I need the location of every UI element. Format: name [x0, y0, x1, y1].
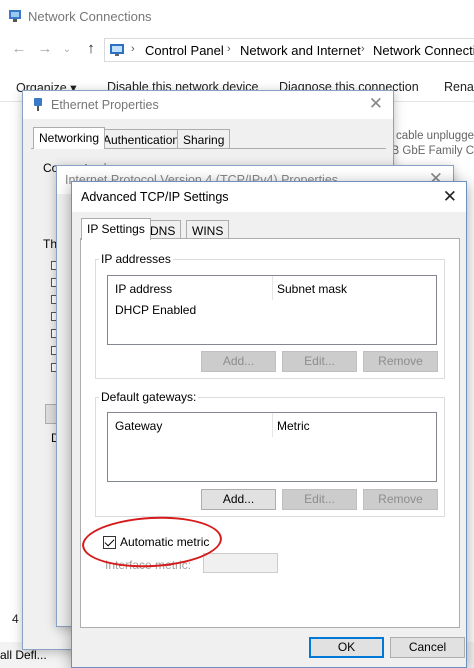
gateway-edit-button[interactable]: Edit... — [282, 489, 357, 510]
advanced-titlebar: Advanced TCP/IP Settings ✕ — [72, 182, 466, 212]
list-item[interactable]: DHCP Enabled — [115, 303, 196, 317]
taskbar-text: all Defl... — [0, 648, 47, 662]
default-gateways-label: Default gateways: — [99, 390, 199, 404]
breadcrumb-network-connections[interactable]: Network Connecti — [373, 43, 474, 58]
tab-networking[interactable]: Networking — [33, 127, 106, 149]
gateway-list[interactable]: Gateway Metric — [107, 412, 437, 482]
navigation-bar: ← → ⌄ ↑ › Control Panel › Network and In… — [0, 34, 474, 66]
breadcrumb-network-and-internet[interactable]: Network and Internet — [240, 43, 361, 58]
window-title: Network Connections — [28, 9, 152, 24]
cancel-button[interactable]: Cancel — [390, 637, 465, 658]
ip-addresses-label: IP addresses — [99, 252, 173, 266]
column-header-gateway[interactable]: Gateway — [115, 419, 162, 433]
ip-add-button[interactable]: Add... — [201, 351, 276, 372]
column-header-ip-address[interactable]: IP address — [115, 282, 172, 296]
breadcrumb-control-panel[interactable]: Control Panel — [145, 43, 224, 58]
back-arrow-icon[interactable]: ← — [10, 40, 28, 57]
tab-ip-settings[interactable]: IP Settings — [81, 218, 151, 240]
up-arrow-icon[interactable]: ↑ — [82, 40, 100, 57]
advanced-tcpip-dialog: Advanced TCP/IP Settings ✕ IP Settings D… — [71, 181, 467, 668]
items-label: Th — [43, 237, 58, 251]
ip-address-list[interactable]: IP address Subnet mask DHCP Enabled — [107, 275, 437, 345]
close-icon[interactable]: ✕ — [369, 94, 383, 114]
column-header-metric[interactable]: Metric — [277, 419, 310, 433]
breadcrumb-separator-icon: › — [361, 43, 365, 55]
gateway-add-button[interactable]: Add... — [201, 489, 276, 510]
ip-edit-button[interactable]: Edit... — [282, 351, 357, 372]
ethernet-title: Ethernet Properties — [51, 98, 159, 112]
interface-metric-label: Interface metric: — [105, 558, 192, 572]
explorer-titlebar: Network Connections — [0, 0, 474, 34]
adapter-name-text: SB GbE Family C — [383, 145, 474, 157]
rename-command[interactable]: Renar — [444, 80, 474, 94]
interface-metric-input[interactable] — [203, 553, 278, 573]
chevron-down-icon[interactable]: ⌄ — [58, 44, 76, 55]
automatic-metric-checkbox[interactable] — [103, 536, 116, 549]
ip-settings-page: IP addresses IP address Subnet mask DHCP… — [80, 238, 460, 628]
tab-authentication[interactable]: Authentication — [97, 129, 186, 149]
automatic-metric-label: Automatic metric — [120, 535, 210, 549]
network-connections-icon — [9, 10, 21, 22]
ip-remove-button[interactable]: Remove — [363, 351, 438, 372]
tab-wins[interactable]: WINS — [186, 220, 230, 240]
breadcrumb-separator-icon: › — [227, 43, 231, 55]
address-bar[interactable]: › Control Panel › Network and Internet ›… — [104, 38, 474, 62]
forward-arrow-icon[interactable]: → — [36, 40, 54, 57]
adapter-status-text: cable unplugge — [395, 130, 474, 142]
ethernet-titlebar: Ethernet Properties ✕ — [23, 91, 393, 119]
tab-sharing[interactable]: Sharing — [177, 129, 231, 149]
ok-button[interactable]: OK — [309, 637, 384, 658]
column-header-subnet-mask[interactable]: Subnet mask — [277, 282, 347, 296]
ethernet-icon — [34, 98, 42, 111]
close-icon[interactable]: ✕ — [443, 187, 457, 207]
advanced-title: Advanced TCP/IP Settings — [81, 190, 229, 204]
breadcrumb-separator-icon: › — [131, 43, 135, 55]
control-panel-icon — [110, 44, 124, 56]
gateway-remove-button[interactable]: Remove — [363, 489, 438, 510]
